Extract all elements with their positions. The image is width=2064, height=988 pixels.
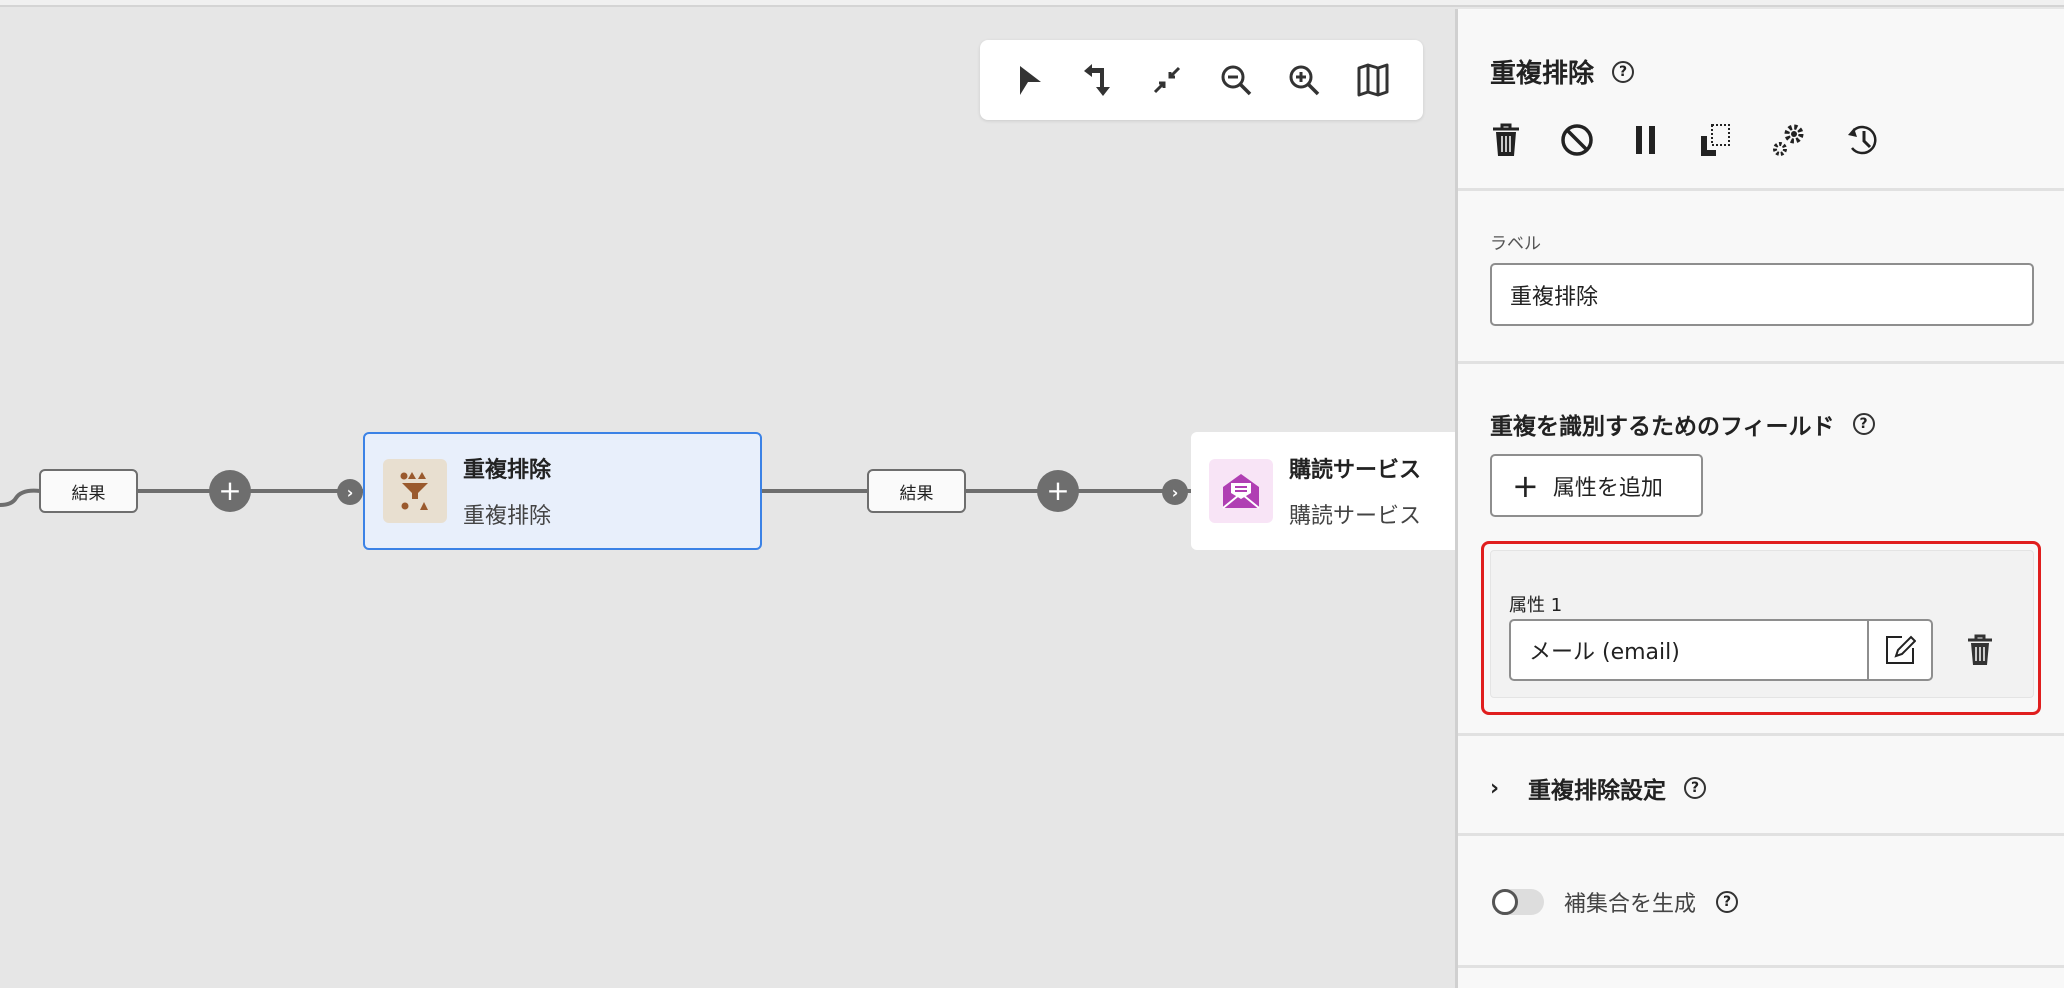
node-subtitle: 重複排除 bbox=[463, 504, 552, 529]
edit-icon bbox=[1886, 635, 1916, 664]
delete-attribute-icon[interactable] bbox=[1965, 634, 1995, 666]
add-activity-button[interactable]: + bbox=[1037, 470, 1079, 512]
settings-icon[interactable] bbox=[1770, 121, 1808, 159]
dedup-settings-title: 重複排除設定 bbox=[1528, 778, 1666, 804]
complement-toggle[interactable] bbox=[1492, 889, 1544, 915]
divider bbox=[1458, 361, 2064, 364]
edit-attribute-button[interactable] bbox=[1867, 619, 1933, 681]
pointer-icon[interactable] bbox=[1010, 60, 1050, 100]
help-icon[interactable]: ? bbox=[1852, 413, 1875, 435]
history-icon[interactable] bbox=[1846, 122, 1882, 158]
add-attribute-label: 属性を追加 bbox=[1552, 475, 1663, 501]
connector-label[interactable]: 結果 bbox=[39, 469, 138, 513]
input-port-chevron-icon[interactable]: › bbox=[1162, 479, 1188, 505]
divider bbox=[1458, 188, 2064, 191]
delete-icon[interactable] bbox=[1490, 123, 1522, 157]
divider bbox=[1458, 833, 2064, 836]
label-field-label: ラベル bbox=[1490, 234, 1541, 254]
properties-panel: 重複排除 ? ラベル 重複排除 重複を識別するためのフィールド ? + 属性を追… bbox=[1455, 9, 2064, 988]
add-activity-button[interactable]: + bbox=[209, 470, 251, 512]
complement-label: 補集合を生成 bbox=[1564, 892, 1697, 917]
zoom-in-icon[interactable] bbox=[1284, 60, 1324, 100]
panel-title: 重複排除 bbox=[1490, 59, 1595, 89]
divider bbox=[1458, 733, 2064, 736]
zoom-out-icon[interactable] bbox=[1216, 60, 1256, 100]
node-subtitle: 購読サービス bbox=[1289, 504, 1422, 529]
disable-icon[interactable] bbox=[1560, 123, 1594, 157]
help-icon[interactable]: ? bbox=[1612, 60, 1635, 83]
plus-icon: + bbox=[1512, 466, 1539, 505]
pause-icon[interactable] bbox=[1632, 124, 1660, 156]
node-deduplication[interactable]: 重複排除 重複排除 bbox=[363, 432, 762, 550]
chevron-right-icon: › bbox=[1490, 775, 1500, 801]
top-border bbox=[0, 0, 2064, 7]
label-input[interactable]: 重複排除 bbox=[1490, 263, 2034, 326]
map-icon[interactable] bbox=[1353, 60, 1393, 100]
connector-label[interactable]: 結果 bbox=[867, 469, 966, 513]
node-title: 購読サービス bbox=[1289, 458, 1422, 483]
reorder-icon[interactable] bbox=[1079, 60, 1119, 100]
copy-icon[interactable] bbox=[1698, 123, 1732, 157]
help-icon[interactable]: ? bbox=[1684, 777, 1706, 799]
add-attribute-button[interactable]: + 属性を追加 bbox=[1490, 454, 1703, 517]
envelope-icon bbox=[1209, 459, 1273, 523]
attribute-input[interactable]: メール (email) bbox=[1509, 619, 1869, 681]
collapse-icon[interactable] bbox=[1147, 60, 1187, 100]
fields-section-title: 重複を識別するためのフィールド bbox=[1490, 414, 1835, 440]
node-subscription-service[interactable]: 購読サービス 購読サービス bbox=[1191, 432, 1455, 550]
node-title: 重複排除 bbox=[463, 458, 552, 483]
wire bbox=[762, 489, 1192, 493]
attribute-label: 属性 1 bbox=[1509, 595, 1563, 616]
deduplication-icon bbox=[383, 459, 447, 523]
attribute-card: 属性 1 メール (email) bbox=[1490, 550, 2034, 698]
help-icon[interactable]: ? bbox=[1716, 891, 1739, 913]
divider bbox=[1458, 965, 2064, 968]
input-port-chevron-icon[interactable]: › bbox=[337, 479, 363, 505]
dedup-settings-accordion[interactable]: › 重複排除設定 ? bbox=[1490, 771, 1706, 805]
canvas-toolbar bbox=[980, 40, 1423, 120]
